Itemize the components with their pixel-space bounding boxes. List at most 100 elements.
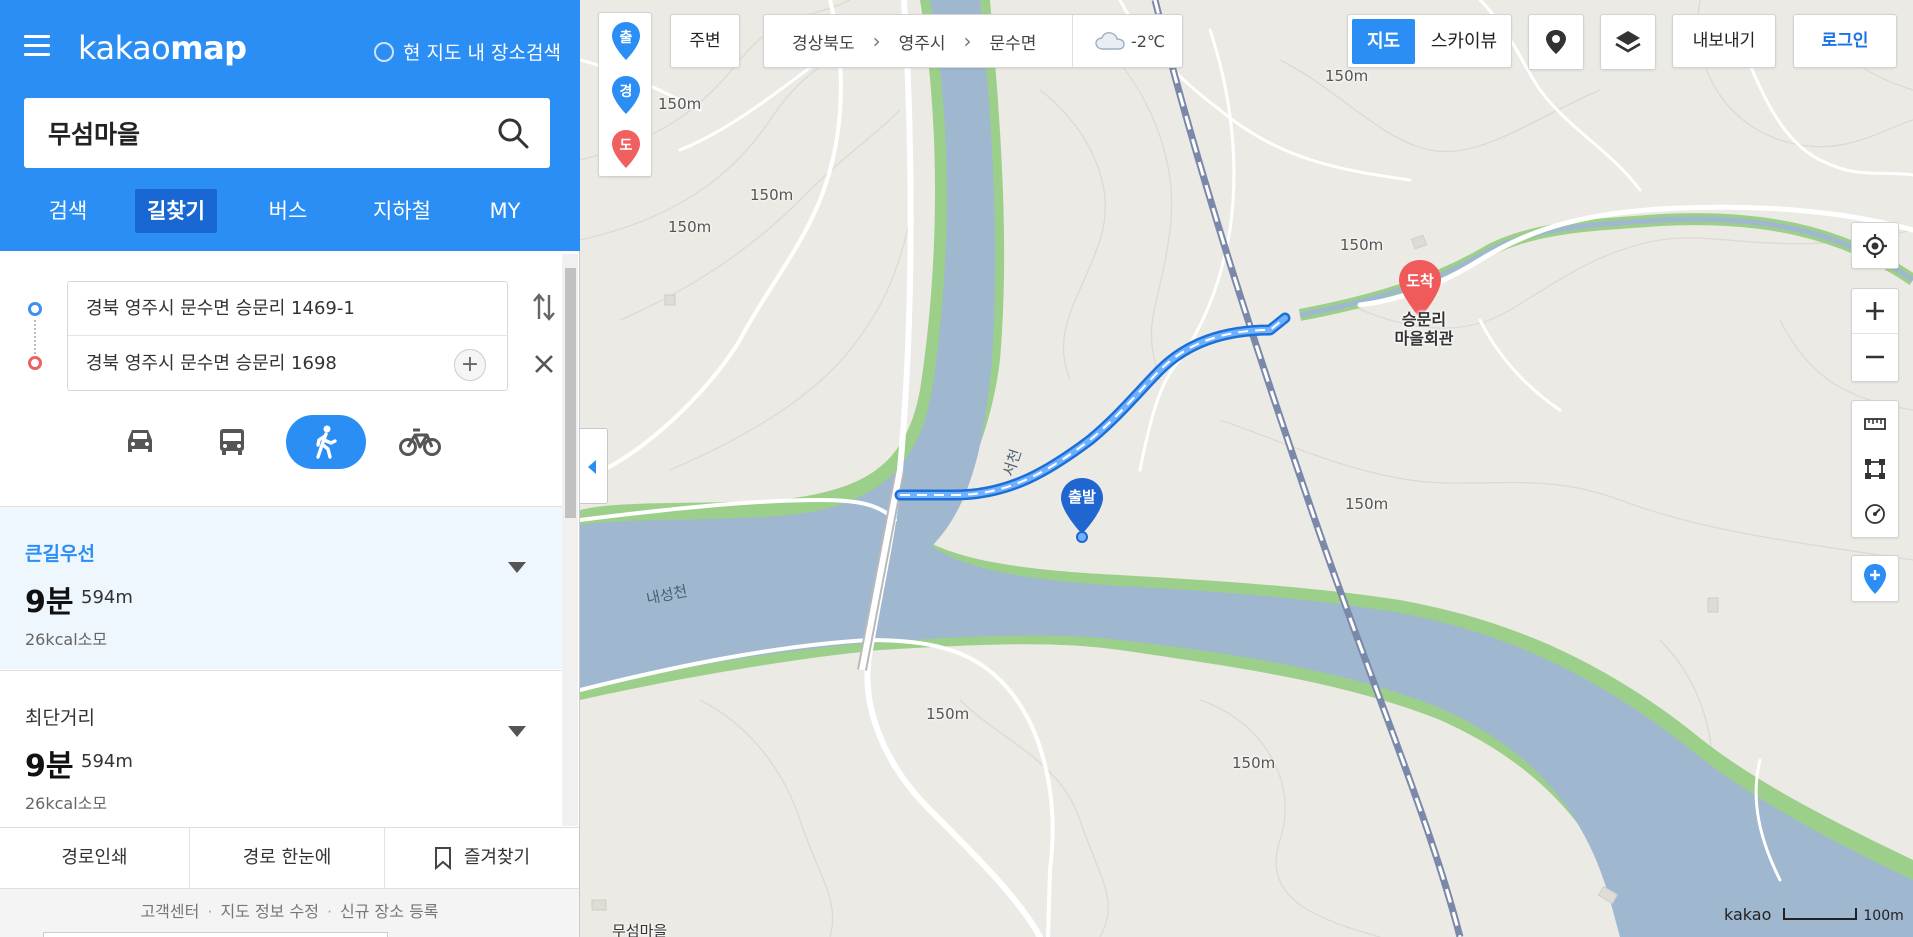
expand-chevron-icon[interactable]	[508, 562, 526, 573]
login-button[interactable]: 로그인	[1793, 14, 1897, 68]
swap-icon[interactable]	[532, 292, 556, 322]
tab-my[interactable]: MY	[470, 189, 540, 233]
zoom-control	[1851, 288, 1899, 382]
route-inputs: 경북 영주시 문수면 승문리 1469-1 경북 영주시 문수면 승문리 169…	[67, 281, 508, 391]
map-type-toggle: 지도 스카이뷰	[1347, 14, 1512, 68]
route-overview-button[interactable]: 경로 한눈에	[190, 828, 385, 888]
radius-icon	[1865, 503, 1885, 524]
my-location-control	[1851, 222, 1899, 269]
panel-scrollbar-thumb[interactable]	[565, 268, 576, 518]
area-icon	[1865, 458, 1885, 479]
radio-icon	[374, 41, 394, 62]
expand-chevron-icon[interactable]	[508, 726, 526, 737]
menu-icon[interactable]	[24, 35, 50, 57]
measure-tools	[1851, 400, 1899, 538]
ruler-button[interactable]	[1852, 401, 1898, 446]
origin-dot-icon	[28, 302, 42, 316]
pin-label: 경	[619, 84, 633, 100]
tab-directions[interactable]: 길찾기	[135, 189, 217, 233]
tab-subway[interactable]: 지하철	[354, 189, 450, 233]
origin-field[interactable]: 경북 영주시 문수면 승문리 1469-1	[68, 282, 507, 336]
radius-measure-button[interactable]	[1852, 491, 1898, 536]
destination-field[interactable]: 경북 영주시 문수면 승문리 1698	[68, 337, 507, 391]
favorite-button[interactable]: 즐겨찾기	[385, 828, 579, 888]
waypoint-pin-button[interactable]: 경	[611, 75, 641, 115]
origin-pin-button[interactable]: 출	[611, 21, 641, 61]
layers-button[interactable]	[1600, 14, 1656, 70]
mode-walk-button[interactable]	[286, 415, 366, 469]
ruler-icon	[1864, 417, 1886, 430]
minus-icon	[1866, 355, 1884, 358]
route-time: 9분	[25, 749, 74, 784]
place-name-label: 무섬마을	[612, 922, 668, 937]
pin-label: 도	[619, 138, 633, 154]
route-time: 9분	[25, 585, 74, 620]
search-icon[interactable]	[496, 116, 530, 150]
car-icon	[128, 430, 152, 452]
area-search-label: 현 지도 내 장소검색	[403, 42, 561, 64]
collapse-panel-button[interactable]	[580, 428, 608, 504]
map-scale: kakao 100m	[1724, 905, 1904, 924]
export-button[interactable]: 내보내기	[1672, 14, 1776, 68]
breadcrumb-town[interactable]: 문수면	[989, 29, 1036, 54]
destination-pin-button[interactable]: 도	[611, 129, 641, 169]
register-place-link[interactable]: 신규 장소 등록	[340, 902, 439, 921]
map-type-skyview-button[interactable]: 스카이뷰	[1418, 19, 1510, 64]
logo-light-text: kakao	[78, 29, 171, 67]
footer-buttons: 경로인쇄 경로 한눈에 즐겨찾기	[0, 827, 579, 888]
start-marker-label: 출발	[1068, 488, 1096, 506]
mode-bus-button[interactable]	[192, 415, 272, 469]
my-location-button[interactable]	[1852, 223, 1898, 268]
favorite-label: 즐겨찾기	[463, 847, 531, 868]
scale-brand: kakao	[1724, 905, 1772, 924]
destination-dot-icon	[28, 356, 42, 370]
edit-map-info-link[interactable]: 지도 정보 수정	[220, 902, 319, 921]
area-measure-button[interactable]	[1852, 446, 1898, 491]
weather-widget[interactable]: -2℃	[1072, 15, 1182, 67]
route-name: 최단거리	[25, 707, 95, 729]
layers-icon	[1615, 31, 1641, 53]
customer-center-link[interactable]: 고객센터	[140, 902, 199, 921]
contour-label: 150m	[1232, 754, 1276, 772]
route-result-2[interactable]: 최단거리 9분 594m 26kcal소모	[0, 671, 562, 833]
tab-bus[interactable]: 버스	[244, 189, 332, 233]
mode-car-button[interactable]	[100, 415, 180, 469]
route-distance: 594m	[81, 751, 133, 772]
add-waypoint-button[interactable]: +	[454, 349, 486, 381]
tab-search[interactable]: 검색	[24, 189, 112, 233]
breadcrumb-province[interactable]: 경상북도	[792, 29, 855, 54]
chevron-right-icon: ›	[963, 29, 972, 53]
logo-bold-text: map	[170, 29, 247, 67]
walk-icon	[316, 425, 337, 459]
bookmark-icon	[434, 847, 451, 871]
mode-bicycle-button[interactable]	[380, 415, 460, 469]
bus-icon	[220, 429, 244, 455]
zoom-out-button[interactable]	[1852, 334, 1898, 379]
separator: ·	[207, 902, 213, 921]
route-result-1[interactable]: 큰길우선 9분 594m 26kcal소모	[0, 507, 562, 669]
main-tabs: 검색 길찾기 버스 지하철 MY	[24, 189, 564, 233]
add-place-control	[1851, 555, 1899, 602]
roadview-icon	[1546, 30, 1566, 54]
village-hall-label[interactable]: 승문리 마을회관	[1388, 310, 1460, 348]
add-place-button[interactable]	[1852, 556, 1898, 601]
start-marker[interactable]: 출발	[1058, 476, 1106, 546]
route-name: 큰길우선	[25, 543, 95, 565]
area-search-toggle[interactable]: 현 지도 내 장소검색	[374, 38, 561, 65]
map-canvas[interactable]: 150m 150m 150m 150m 150m 150m 150m 150m …	[580, 0, 1913, 937]
kakaomap-logo[interactable]: kakaomap	[78, 29, 247, 67]
search-input[interactable]	[48, 116, 468, 150]
place-label-line: 마을회관	[1394, 329, 1454, 348]
zoom-in-button[interactable]	[1852, 289, 1898, 334]
bicycle-icon	[399, 428, 441, 456]
contour-label: 150m	[668, 218, 712, 236]
breadcrumb-city[interactable]: 영주시	[899, 29, 946, 54]
close-icon[interactable]	[533, 353, 555, 375]
pin-label: 출	[619, 30, 633, 46]
around-button[interactable]: 주변	[670, 14, 740, 68]
footer-links: 고객센터 · 지도 정보 수정 · 신규 장소 등록	[0, 888, 579, 937]
print-route-button[interactable]: 경로인쇄	[0, 828, 190, 888]
weather-temp: -2℃	[1131, 31, 1165, 51]
roadview-button[interactable]	[1528, 14, 1584, 70]
map-type-map-button[interactable]: 지도	[1352, 19, 1415, 64]
